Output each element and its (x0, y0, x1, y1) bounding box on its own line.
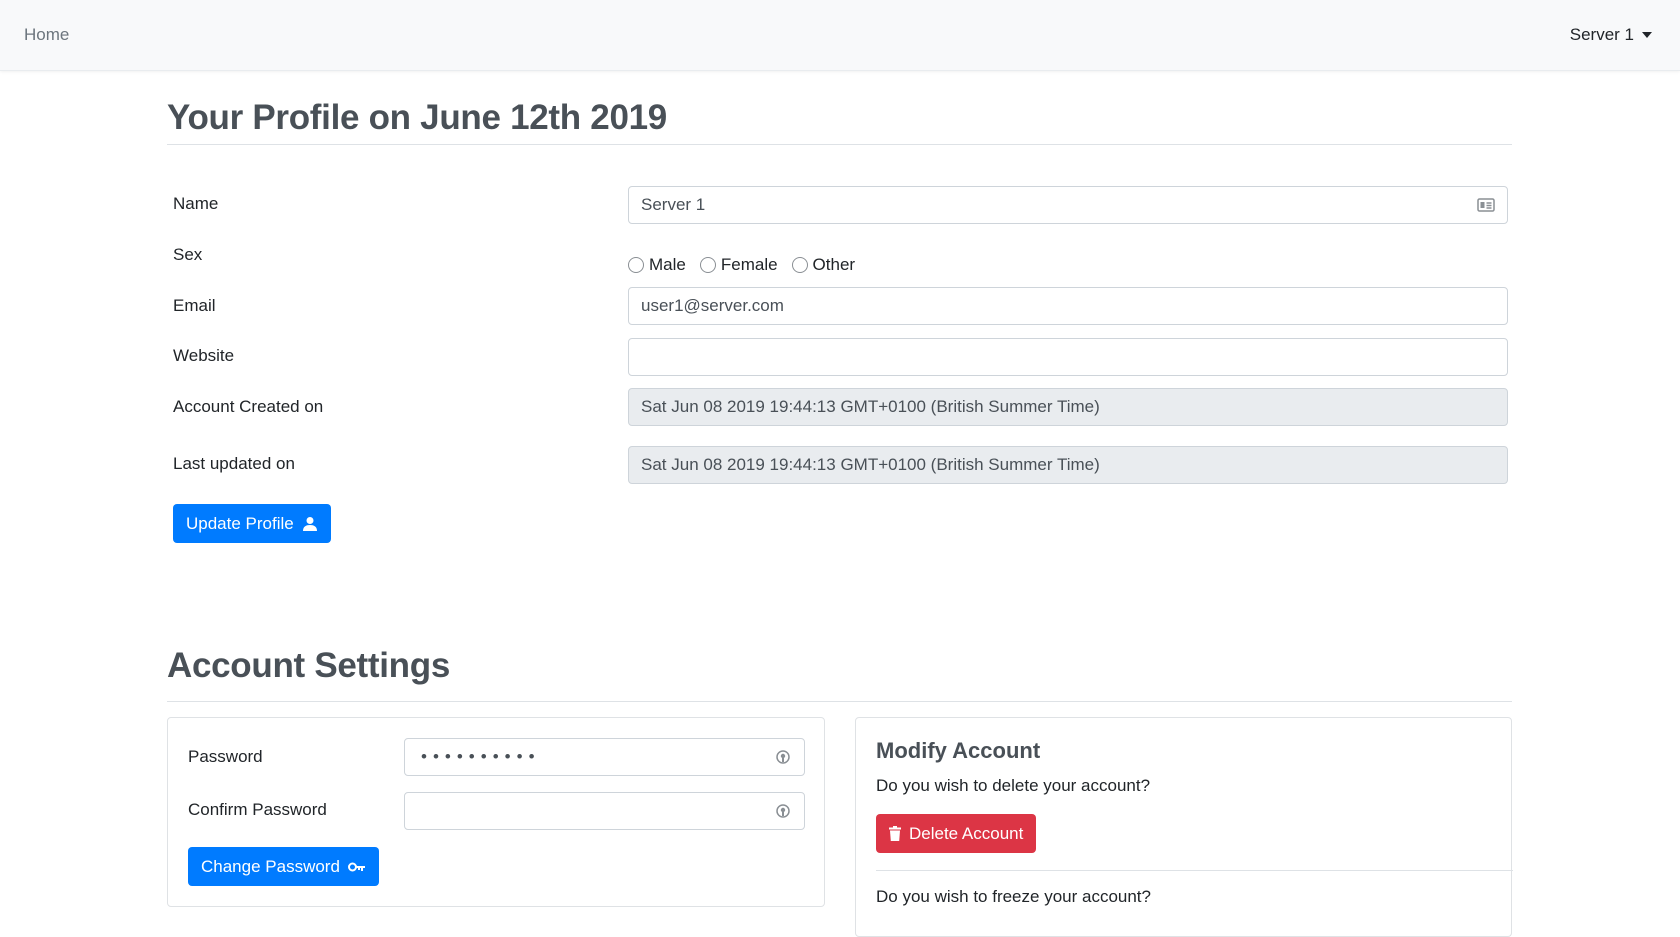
sex-label: Sex (173, 245, 203, 264)
created-label: Account Created on (173, 397, 324, 416)
radio-label: Female (720, 255, 778, 274)
top-navbar: Home Server 1 (0, 0, 1680, 71)
card-divider (876, 870, 1513, 871)
update-profile-label: Update Profile (186, 513, 294, 533)
account-settings-title: Account Settings (167, 646, 450, 685)
email-input-value: user1@server.com (641, 296, 784, 315)
confirm-password-label: Confirm Password (188, 800, 327, 819)
server-dropdown-label: Server 1 (1569, 25, 1634, 44)
password-label: Password (188, 747, 263, 766)
radio-button[interactable] (791, 257, 808, 273)
update-profile-button[interactable]: Update Profile (173, 504, 331, 543)
website-label: Website (173, 346, 235, 365)
created-value: Sat Jun 08 2019 19:44:13 GMT+0100 (Briti… (641, 397, 1100, 416)
name-label: Name (173, 194, 219, 213)
radio-button[interactable] (628, 257, 644, 273)
delete-account-label: Delete Account (909, 823, 1024, 843)
website-input[interactable] (628, 338, 1508, 376)
radio-label: Male (649, 255, 686, 274)
change-password-label: Change Password (201, 856, 340, 876)
title-divider (167, 144, 1512, 145)
email-input[interactable]: user1@server.com (628, 287, 1508, 325)
eye-icon (776, 750, 790, 764)
sex-radio-group: Male Female Other (628, 255, 855, 275)
server-dropdown[interactable]: Server 1 (1570, 25, 1652, 45)
email-label: Email (173, 296, 216, 315)
caret-down-icon (1642, 32, 1652, 38)
id-card-icon (1477, 198, 1495, 212)
sex-option-male[interactable]: Male (628, 255, 686, 275)
radio-button[interactable] (699, 257, 716, 273)
updated-label: Last updated on (173, 454, 295, 473)
freeze-question: Do you wish to freeze your account? (876, 887, 1151, 906)
confirm-password-input[interactable] (404, 792, 805, 830)
nav-home-link[interactable]: Home (24, 25, 69, 45)
updated-field: Sat Jun 08 2019 19:44:13 GMT+0100 (Briti… (628, 446, 1508, 484)
name-input-value: Server 1 (641, 195, 706, 214)
sex-option-female[interactable]: Female (699, 255, 778, 275)
sex-option-other[interactable]: Other (791, 255, 856, 275)
eye-icon (776, 804, 790, 818)
radio-label: Other (812, 255, 856, 274)
page-title: Your Profile on June 12th 2019 (167, 98, 667, 137)
modify-account-card: Modify Account Do you wish to delete you… (855, 717, 1513, 937)
name-input[interactable]: Server 1 (628, 186, 1508, 224)
updated-value: Sat Jun 08 2019 19:44:13 GMT+0100 (Briti… (641, 455, 1100, 474)
key-icon (347, 862, 365, 871)
delete-account-button[interactable]: Delete Account (876, 814, 1037, 853)
user-icon (302, 516, 317, 531)
settings-divider (167, 701, 1512, 702)
password-value: •••••••••• (421, 747, 541, 766)
password-input[interactable]: •••••••••• (404, 738, 805, 776)
created-field: Sat Jun 08 2019 19:44:13 GMT+0100 (Briti… (628, 388, 1508, 426)
password-card: Password •••••••••• Confirm Password Cha… (167, 717, 825, 907)
trash-icon (889, 826, 901, 841)
delete-question: Do you wish to delete your account? (876, 776, 1151, 795)
change-password-button[interactable]: Change Password (188, 847, 379, 886)
modify-account-title: Modify Account (876, 738, 1041, 763)
